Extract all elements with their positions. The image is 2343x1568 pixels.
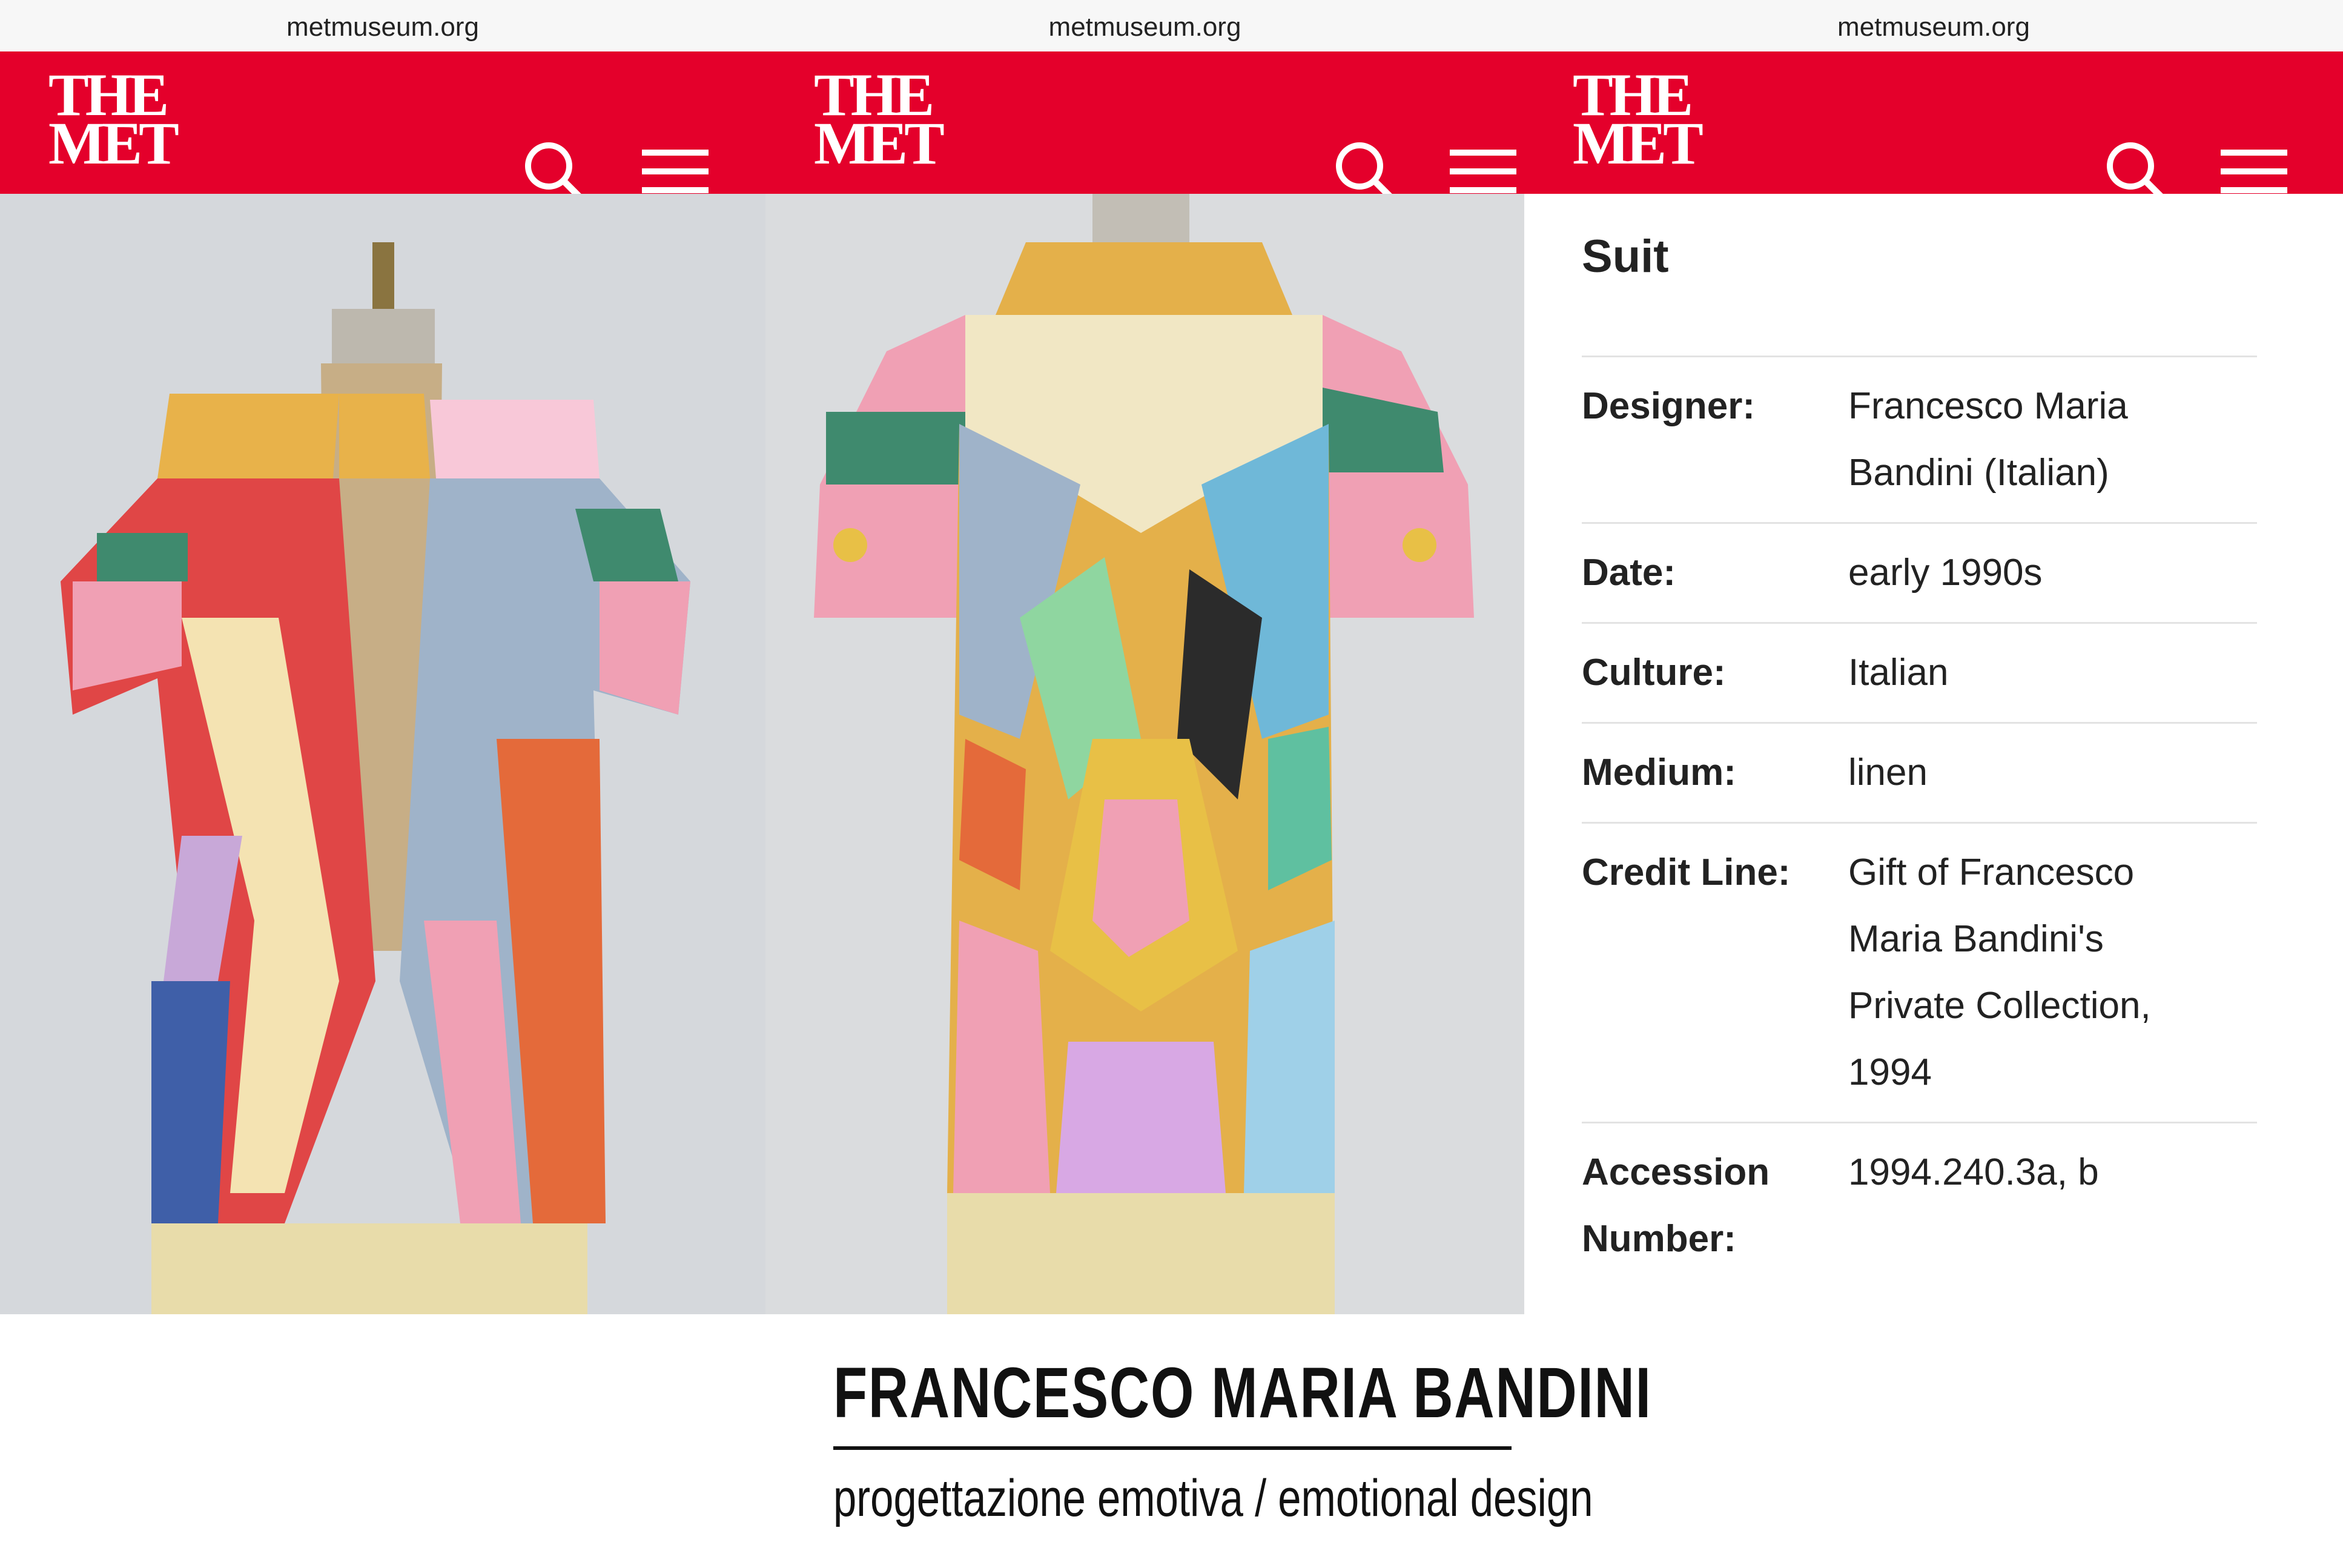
caption-divider [833,1446,1512,1450]
field-value: 1994.240.3a, b [1848,1151,2099,1193]
object-fields-list: Designer: Francesco Maria Bandini (Italian… [1582,357,2257,1288]
field-value: Francesco Maria Bandini (Italian) [1848,385,2128,494]
met-header: THE MET [765,51,1524,202]
field-label: Date: [1582,552,1676,594]
logo-line-2: MET [1573,110,1704,177]
field-value: Italian [1848,652,1949,693]
screen-front: metmuseum.org THE MET [0,0,765,1314]
field-value: linen [1848,752,1928,793]
object-title: Suit [1582,230,2257,357]
field-row: Culture: Italian [1582,624,2257,724]
field-label: Credit Line: [1582,852,1791,893]
field-value: early 1990s [1848,552,2043,594]
screen-details: metmuseum.org THE MET Suit Designer: Fran… [1524,0,2343,1314]
field-row: Medium: linen [1582,724,2257,824]
hamburger-menu-icon[interactable] [642,147,709,196]
met-header: THE MET [0,51,765,202]
caption-subtitle: progettazione emotiva / emotional design [833,1469,1593,1527]
met-logo[interactable]: THE MET [1573,65,1704,177]
met-logo[interactable]: THE MET [814,65,945,177]
hamburger-menu-icon[interactable] [1450,147,1516,196]
field-label: Culture: [1582,652,1726,693]
field-label: Medium: [1582,752,1736,793]
suit-front-photo [0,194,765,1314]
met-header: THE MET [1524,51,2343,202]
field-row: Accession Number: 1994.240.3a, b [1582,1123,2257,1288]
field-label: Accession Number: [1582,1151,1770,1260]
url-bar[interactable]: metmuseum.org [0,0,765,51]
screen-back: metmuseum.org THE MET [765,0,1524,1314]
field-row: Date: early 1990s [1582,524,2257,624]
field-row: Designer: Francesco Maria Bandini (Italian… [1582,357,2257,524]
url-bar[interactable]: metmuseum.org [1524,0,2343,51]
field-row: Credit Line: Gift of Francesco Maria Bandi… [1582,824,2257,1123]
logo-line-2: MET [814,110,945,177]
caption-title: FRANCESCO MARIA BANDINI [833,1353,1652,1433]
caption-block: FRANCESCO MARIA BANDINI progettazione em… [833,1351,1652,1529]
field-value: Gift of Francesco Maria Bandini's Private … [1848,852,2151,1093]
url-bar[interactable]: metmuseum.org [765,0,1524,51]
met-logo[interactable]: THE MET [48,65,179,177]
field-label: Designer: [1582,385,1755,427]
logo-line-2: MET [48,110,179,177]
object-details: Suit Designer: Francesco Maria Bandini (It… [1582,194,2257,1288]
suit-back-photo [765,194,1524,1314]
hamburger-menu-icon[interactable] [2221,147,2287,196]
